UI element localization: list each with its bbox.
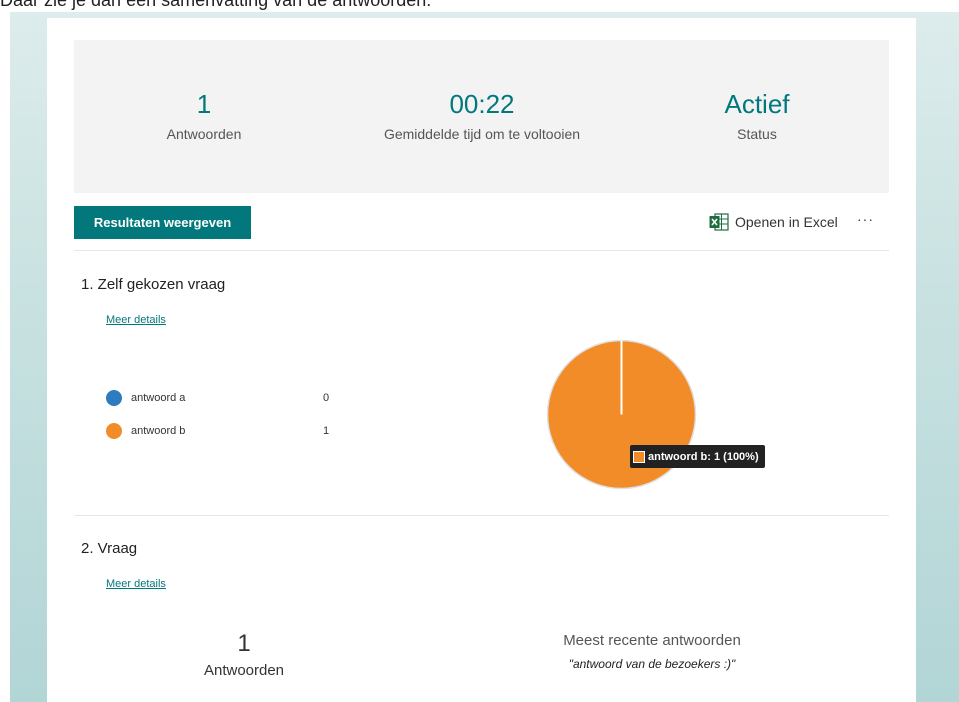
responses-stat: 1 Antwoorden xyxy=(74,88,334,142)
avg-time-stat: 00:22 Gemiddelde tijd om te voltooien xyxy=(352,88,612,142)
status-label: Status xyxy=(737,126,777,142)
legend-dot xyxy=(106,390,122,406)
recent-answers-title: Meest recente antwoorden xyxy=(563,632,741,649)
question-2-title: 2. Vraag xyxy=(81,540,138,557)
question-2-count: 1 xyxy=(237,630,251,657)
summary-panel: 1 Antwoorden 00:22 Gemiddelde tijd om te… xyxy=(74,40,889,193)
avg-time-value: 00:22 xyxy=(449,89,515,119)
divider xyxy=(74,515,889,516)
recent-answer-text: "antwoord van de bezoekers :)" xyxy=(568,657,736,671)
open-in-excel-button[interactable]: Openen in Excel xyxy=(709,212,838,232)
legend-count: 0 xyxy=(323,392,330,404)
open-in-excel-label: Openen in Excel xyxy=(735,214,838,230)
legend-dot xyxy=(106,423,122,439)
view-results-button[interactable]: Resultaten weergeven xyxy=(74,206,251,239)
more-options-icon[interactable]: ··· xyxy=(857,211,874,227)
question-2-count-label: Antwoorden xyxy=(203,662,285,679)
intro-text: Daar zie je dan een samenvatting van de … xyxy=(0,0,432,10)
responses-label: Antwoorden xyxy=(166,126,242,142)
status-stat: Actief Status xyxy=(627,88,887,142)
tooltip-swatch xyxy=(633,450,645,463)
question-1-details-link[interactable]: Meer details xyxy=(106,314,166,326)
legend-item: antwoord a 0 xyxy=(106,389,329,407)
question-2-responses: 1 Antwoorden xyxy=(184,630,304,679)
results-card: 1 Antwoorden 00:22 Gemiddelde tijd om te… xyxy=(47,18,916,702)
legend-item: antwoord b 1 xyxy=(106,422,329,440)
question-1-title: 1. Zelf gekozen vraag xyxy=(81,276,226,293)
avg-time-label: Gemiddelde tijd om te voltooien xyxy=(383,126,581,142)
legend-label: antwoord a xyxy=(131,392,186,404)
recent-answers: Meest recente antwoorden "antwoord van d… xyxy=(517,632,787,671)
excel-icon xyxy=(709,213,729,231)
legend-count: 1 xyxy=(323,425,330,437)
tooltip-text: antwoord b: 1 (100%) xyxy=(648,450,759,463)
responses-count: 1 xyxy=(196,89,212,119)
chart-tooltip: antwoord b: 1 (100%) xyxy=(630,445,765,468)
legend-label: antwoord b xyxy=(131,425,186,437)
question-2-details-link[interactable]: Meer details xyxy=(106,578,166,590)
status-value: Actief xyxy=(724,89,790,119)
pie-chart xyxy=(546,339,697,490)
divider xyxy=(74,250,889,251)
